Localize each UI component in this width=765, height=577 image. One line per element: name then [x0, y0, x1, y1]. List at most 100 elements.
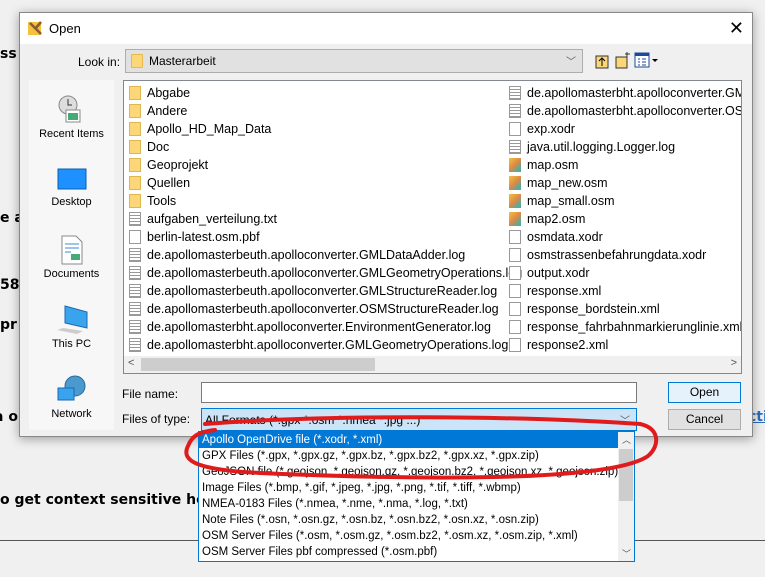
scrollbar-thumb[interactable] [619, 449, 633, 501]
file-item[interactable]: de.apollomasterbht.apolloconverter.GMLDa… [509, 84, 741, 102]
open-button[interactable]: Open [668, 382, 741, 403]
recent-items-icon [58, 95, 80, 123]
file-item[interactable]: response2.xml [509, 336, 741, 354]
josm-app-icon [27, 20, 43, 36]
file-name: de.apollomasterbht.apolloconverter.GMLGe… [147, 338, 509, 352]
chevron-down-icon: ﹀ [566, 57, 576, 68]
text-file-icon [129, 302, 141, 316]
file-item[interactable]: de.apollomasterbeuth.apolloconverter.GML… [129, 246, 522, 264]
file-type-option[interactable]: OSM Server Files (*.osm, *.osm.gz, *.osm… [199, 528, 634, 544]
file-column: Abgabe Andere Apollo_HD_Map_Data Doc Geoproj… [129, 84, 522, 354]
file-item[interactable]: java.util.logging.Logger.log [509, 138, 741, 156]
josm-file-icon [509, 176, 521, 190]
file-type-option[interactable]: Apollo OpenDrive file (*.xodr, *.xml) [199, 432, 634, 448]
scroll-right-icon[interactable]: > [731, 357, 737, 369]
file-icon [509, 266, 521, 280]
file-item[interactable]: osmdata.xodr [509, 228, 741, 246]
file-type-option[interactable]: Image Files (*.bmp, *.gif, *.jpeg, *.jpg… [199, 480, 634, 496]
file-item[interactable]: de.apollomasterbht.apolloconverter.OSMSt… [509, 102, 741, 120]
file-item[interactable]: Apollo_HD_Map_Data [129, 120, 522, 138]
file-type-option[interactable]: OSM Server Files pbf compressed (*.osm.p… [199, 544, 634, 560]
file-item[interactable]: berlin-latest.osm.pbf [129, 228, 522, 246]
file-icon [129, 230, 141, 244]
file-name: response.xml [527, 284, 602, 298]
josm-file-icon [509, 212, 521, 226]
file-name: berlin-latest.osm.pbf [147, 230, 260, 244]
file-name-label: File name: [122, 387, 179, 401]
file-item[interactable]: aufgaben_verteilung.txt [129, 210, 522, 228]
file-type-option[interactable]: NMEA-0183 Files (*.nmea, *.nme, *.nma, *… [199, 496, 634, 512]
up-folder-icon[interactable] [595, 53, 609, 72]
bg-text: a o [0, 409, 18, 425]
file-item[interactable]: de.apollomasterbeuth.apolloconverter.OSM… [129, 300, 522, 318]
file-item[interactable]: output.xodr [509, 264, 741, 282]
file-name: map_small.osm [527, 194, 615, 208]
file-name: Andere [147, 104, 188, 118]
vertical-scrollbar[interactable]: ︿ ﹀ [618, 432, 634, 561]
text-file-icon [129, 338, 141, 352]
file-icon [509, 338, 521, 352]
file-name-input[interactable] [201, 382, 637, 403]
file-item[interactable]: map2.osm [509, 210, 741, 228]
files-of-type-combo[interactable]: All Formats (*.gpx *.osm *.nmea *.jpg ..… [201, 408, 637, 431]
file-item[interactable]: map_small.osm [509, 192, 741, 210]
folder-icon [129, 158, 141, 172]
horizontal-scrollbar[interactable]: < > [124, 356, 741, 373]
file-item[interactable]: Quellen [129, 174, 522, 192]
cancel-button[interactable]: Cancel [668, 409, 741, 430]
view-menu-icon[interactable] [634, 52, 660, 71]
sidebar-item-network[interactable]: Network [29, 374, 114, 420]
file-item[interactable]: de.apollomasterbeuth.apolloconverter.GML… [129, 264, 522, 282]
sidebar-item-documents[interactable]: Documents [29, 234, 114, 280]
file-type-option[interactable]: Note Files (*.osn, *.osn.gz, *.osn.bz, *… [199, 512, 634, 528]
close-icon[interactable]: ✕ [729, 18, 744, 39]
file-name: Tools [147, 194, 177, 208]
file-name: java.util.logging.Logger.log [527, 140, 676, 154]
scrollbar-thumb[interactable] [141, 358, 375, 371]
file-type-dropdown[interactable]: Apollo OpenDrive file (*.xodr, *.xml) GPX… [198, 431, 635, 562]
file-type-option[interactable]: GPX Files (*.gpx, *.gpx.gz, *.gpx.bz, *.… [199, 448, 634, 464]
file-item[interactable]: response_fahrbahnmarkierunglinie.xml [509, 318, 742, 336]
new-folder-icon[interactable] [615, 51, 631, 72]
sidebar-item-recent-items[interactable]: Recent Items [29, 94, 114, 140]
text-file-icon [129, 266, 141, 280]
scroll-down-icon[interactable]: ﹀ [622, 547, 631, 560]
documents-icon [61, 235, 82, 265]
file-item[interactable]: de.apollomasterbht.apolloconverter.Envir… [129, 318, 522, 336]
file-list[interactable]: Abgabe Andere Apollo_HD_Map_Data Doc Geoproj… [123, 80, 742, 374]
file-item[interactable]: response.xml [509, 282, 741, 300]
sidebar-item-label: Desktop [51, 196, 92, 208]
file-item[interactable]: response_bordstein.xml [509, 300, 741, 318]
scroll-up-icon[interactable]: ︿ [622, 433, 631, 446]
file-name: Apollo_HD_Map_Data [147, 122, 272, 136]
scroll-left-icon[interactable]: < [128, 357, 134, 369]
title-bar[interactable]: Open ✕ [20, 13, 752, 44]
file-name: map_new.osm [527, 176, 608, 190]
file-item[interactable]: Tools [129, 192, 522, 210]
file-item[interactable]: Geoprojekt [129, 156, 522, 174]
file-item[interactable]: Abgabe [129, 84, 522, 102]
file-item[interactable]: exp.xodr [509, 120, 741, 138]
sidebar-item-desktop[interactable]: Desktop [29, 166, 114, 208]
file-item[interactable]: Andere [129, 102, 522, 120]
file-name: exp.xodr [527, 122, 575, 136]
file-item[interactable]: map_new.osm [509, 174, 741, 192]
file-type-option[interactable]: GeoJSON file (*.geojson, *.geojson.gz, *… [199, 464, 634, 480]
text-file-icon [509, 140, 521, 154]
file-item[interactable]: osmstrassenbefahrungdata.xodr [509, 246, 741, 264]
look-in-combo[interactable]: Masterarbeit ﹀ [125, 49, 583, 73]
file-item[interactable]: Doc [129, 138, 522, 156]
chevron-down-icon: ﹀ [620, 416, 630, 427]
sidebar-item-this-pc[interactable]: This PC [29, 304, 114, 350]
file-name: de.apollomasterbeuth.apolloconverter.GML… [147, 248, 466, 262]
file-icon [509, 284, 521, 298]
file-icon [509, 320, 521, 334]
file-item[interactable]: map.osm [509, 156, 741, 174]
file-icon [509, 302, 521, 316]
file-item[interactable]: de.apollomasterbeuth.apolloconverter.GML… [129, 282, 522, 300]
folder-icon [129, 194, 141, 208]
text-file-icon [129, 248, 141, 262]
file-name: response_fahrbahnmarkierunglinie.xml [527, 320, 742, 334]
file-item[interactable]: de.apollomasterbht.apolloconverter.GMLGe… [129, 336, 522, 354]
file-name: Abgabe [147, 86, 191, 100]
